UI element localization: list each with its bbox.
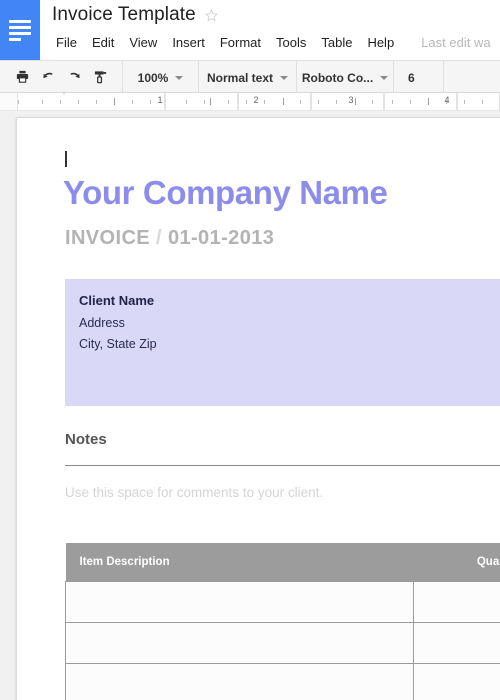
print-icon [16, 70, 28, 83]
google-docs-window: Invoice Template File Edit View Insert F… [0, 0, 500, 700]
paint-format-icon [94, 70, 106, 83]
font-size-select[interactable]: 6 [394, 61, 444, 94]
chevron-down-icon [380, 75, 389, 80]
indent-marker-icon[interactable] [57, 93, 71, 110]
client-city-state-zip: City, State Zip [79, 337, 157, 351]
client-info-block[interactable]: Client Name Address City, State Zip [65, 279, 500, 406]
cell-description[interactable] [65, 662, 414, 700]
menu-item-edit[interactable]: Edit [92, 33, 123, 52]
docs-home-logo-button[interactable] [0, 0, 40, 60]
client-name: Client Name [79, 293, 155, 308]
invoice-label: INVOICE [65, 227, 151, 249]
zoom-value: 100% [137, 70, 169, 85]
client-address: Address [79, 316, 125, 330]
paragraph-style-value: Normal text [206, 70, 274, 85]
notes-divider [65, 465, 500, 466]
menu-bar: File Edit View Insert Format Tools Table… [56, 33, 491, 52]
font-family-select[interactable]: Roboto Co... [297, 61, 394, 94]
font-size-value: 6 [408, 70, 415, 85]
menu-item-table[interactable]: Table [321, 33, 361, 52]
toolbar-actions-group [0, 61, 123, 92]
table-row[interactable] [65, 580, 500, 623]
text-cursor [65, 151, 67, 167]
cell-description[interactable] [65, 580, 414, 623]
cell-quantity[interactable] [413, 580, 500, 623]
chevron-down-icon [280, 75, 289, 80]
menu-item-file[interactable]: File [56, 33, 86, 52]
cell-quantity[interactable] [413, 621, 500, 664]
document-canvas[interactable]: Your Company Name INVOICE / 01-01-2013 C… [0, 111, 500, 700]
last-edit-status: Last edit wa [421, 35, 491, 50]
chevron-down-icon [175, 75, 184, 80]
ruler-number-2: 2 [253, 95, 259, 105]
zoom-select[interactable]: 100% [123, 61, 199, 94]
app-header: Invoice Template File Edit View Insert F… [0, 0, 500, 60]
star-outline-icon[interactable] [204, 8, 219, 23]
line-items-table[interactable]: Item Description Quantity [65, 543, 500, 700]
ruler-number-4: 4 [444, 95, 450, 105]
table-row[interactable] [65, 621, 500, 664]
title-row: Invoice Template [52, 4, 219, 26]
undo-button[interactable] [35, 60, 61, 93]
paragraph-style-select[interactable]: Normal text [199, 61, 297, 94]
redo-button[interactable] [61, 60, 87, 93]
column-header-item-description: Item Description [65, 543, 414, 581]
menu-item-view[interactable]: View [129, 33, 166, 52]
ruler-margin-segment [17, 93, 165, 110]
redo-icon [70, 72, 80, 78]
ruler[interactable]: 1 2 3 4 [0, 93, 500, 111]
toolbar: 100% Normal text Roboto Co... 6 [0, 60, 500, 94]
font-family-value: Roboto Co... [301, 70, 374, 85]
document-page[interactable]: Your Company Name INVOICE / 01-01-2013 C… [16, 117, 500, 700]
menu-item-format[interactable]: Format [220, 33, 270, 52]
invoice-separator: / [156, 227, 162, 249]
menu-item-tools[interactable]: Tools [276, 33, 315, 52]
print-button[interactable] [9, 60, 35, 93]
notes-placeholder-text[interactable]: Use this space for comments to your clie… [65, 485, 323, 500]
invoice-date: 01-01-2013 [167, 227, 275, 249]
menu-item-help[interactable]: Help [367, 33, 403, 52]
menu-item-insert[interactable]: Insert [172, 33, 214, 52]
cell-quantity[interactable] [413, 662, 500, 700]
document-title[interactable]: Invoice Template [52, 4, 196, 26]
company-name-heading[interactable]: Your Company Name [63, 174, 388, 212]
cell-description[interactable] [65, 621, 414, 664]
column-header-quantity: Quantity [413, 543, 500, 581]
invoice-meta-line[interactable]: INVOICE / 01-01-2013 [65, 227, 274, 250]
ruler-number-1: 1 [157, 95, 163, 105]
table-row[interactable] [65, 662, 500, 700]
ruler-number-3: 3 [348, 95, 354, 105]
paint-format-button[interactable] [87, 60, 113, 93]
notes-heading[interactable]: Notes [65, 431, 107, 448]
table-header-row: Item Description Quantity [65, 543, 500, 581]
undo-icon [42, 72, 52, 78]
docs-hamburger-logo-icon [9, 19, 31, 41]
